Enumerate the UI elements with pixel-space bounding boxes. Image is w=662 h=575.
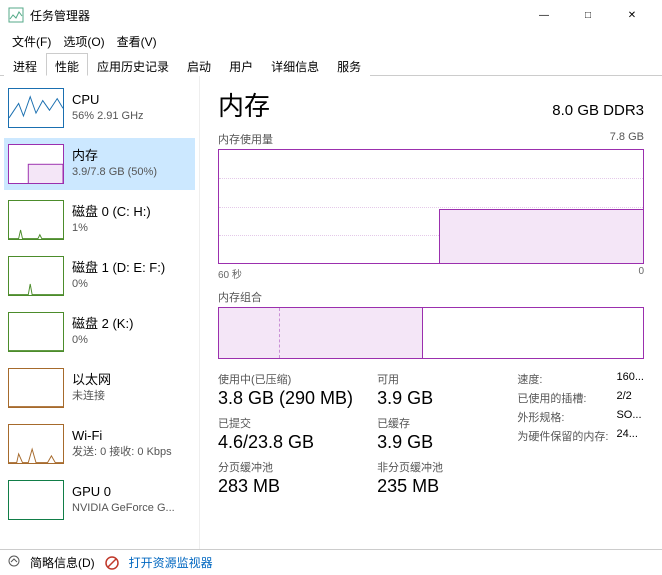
stat-value: 4.6/23.8 GB: [218, 432, 353, 453]
stat-value: 3.9 GB: [377, 388, 443, 409]
content: CPU56% 2.91 GHz 内存3.9/7.8 GB (50%) 磁盘 0 …: [0, 76, 662, 549]
tab-processes[interactable]: 进程: [4, 53, 46, 76]
menu-file[interactable]: 文件(F): [6, 31, 57, 52]
memory-usage-chart[interactable]: [218, 149, 644, 264]
info-label: 已使用的插槽:: [517, 390, 608, 406]
tab-startup[interactable]: 启动: [178, 53, 220, 76]
detail-capacity: 8.0 GB DDR3: [552, 102, 644, 119]
sidebar-item-sub: 发送: 0 接收: 0 Kbps: [72, 445, 172, 459]
stat-label: 分页缓冲池: [218, 459, 353, 475]
detail-pane: 内存 8.0 GB DDR3 内存使用量 7.8 GB 60 秒 0 内存组合 …: [200, 76, 662, 549]
sidebar-item-label: Wi-Fi: [72, 428, 172, 445]
stat-label: 已缓存: [377, 415, 443, 431]
stat-value: 283 MB: [218, 476, 353, 497]
memory-thumbnail: [8, 144, 64, 184]
sidebar-item-wifi[interactable]: Wi-Fi发送: 0 接收: 0 Kbps: [4, 418, 195, 470]
tab-apphistory[interactable]: 应用历史记录: [88, 53, 178, 76]
sidebar-item-sub: 3.9/7.8 GB (50%): [72, 165, 157, 179]
usage-max: 7.8 GB: [610, 131, 644, 147]
stat-value: 235 MB: [377, 476, 443, 497]
sidebar-item-cpu[interactable]: CPU56% 2.91 GHz: [4, 82, 195, 134]
app-icon: [8, 7, 24, 23]
axis-left: 60 秒: [218, 266, 242, 281]
sidebar-item-gpu0[interactable]: GPU 0NVIDIA GeForce G...: [4, 474, 195, 526]
axis-right: 0: [638, 266, 644, 281]
detail-title: 内存: [218, 86, 270, 123]
sidebar-item-disk2[interactable]: 磁盘 2 (K:)0%: [4, 306, 195, 358]
info-label: 速度:: [517, 371, 608, 387]
window-title: 任务管理器: [30, 7, 522, 24]
sidebar-item-sub: NVIDIA GeForce G...: [72, 501, 175, 515]
info-value: 160...: [616, 371, 644, 387]
titlebar: 任务管理器 — □ ✕: [0, 0, 662, 30]
info-label: 外形规格:: [517, 409, 608, 425]
stat-label: 非分页缓冲池: [377, 459, 443, 475]
sidebar-item-label: CPU: [72, 92, 144, 109]
menubar: 文件(F) 选项(O) 查看(V): [0, 30, 662, 52]
info-value: 2/2: [616, 390, 644, 406]
sidebar-item-sub: 1%: [72, 221, 151, 235]
disk-thumbnail: [8, 200, 64, 240]
menu-view[interactable]: 查看(V): [111, 31, 163, 52]
sidebar-item-sub: 0%: [72, 333, 133, 347]
composition-label: 内存组合: [218, 289, 262, 305]
tabstrip: 进程 性能 应用历史记录 启动 用户 详细信息 服务: [0, 52, 662, 76]
net-thumbnail: [8, 368, 64, 408]
resource-monitor-icon: [105, 556, 119, 570]
usage-label: 内存使用量: [218, 131, 273, 147]
stat-value: 3.9 GB: [377, 432, 443, 453]
stat-label: 使用中(已压缩): [218, 371, 353, 387]
sidebar-item-label: 磁盘 0 (C: H:): [72, 204, 151, 221]
info-value: SO...: [616, 409, 644, 425]
resource-monitor-link[interactable]: 打开资源监视器: [129, 554, 213, 571]
sidebar-item-sub: 未连接: [72, 389, 111, 403]
sidebar-item-label: 以太网: [72, 372, 111, 389]
memory-composition-chart[interactable]: [218, 307, 644, 359]
sidebar-item-disk1[interactable]: 磁盘 1 (D: E: F:)0%: [4, 250, 195, 302]
tab-performance[interactable]: 性能: [46, 53, 88, 76]
maximize-button[interactable]: □: [566, 0, 610, 30]
cpu-thumbnail: [8, 88, 64, 128]
menu-options[interactable]: 选项(O): [57, 31, 110, 52]
tab-services[interactable]: 服务: [328, 53, 370, 76]
stat-value: 3.8 GB (290 MB): [218, 388, 353, 409]
stat-label: 可用: [377, 371, 443, 387]
sidebar-item-label: 内存: [72, 148, 157, 165]
sidebar-item-disk0[interactable]: 磁盘 0 (C: H:)1%: [4, 194, 195, 246]
gpu-thumbnail: [8, 480, 64, 520]
net-thumbnail: [8, 424, 64, 464]
window-controls: — □ ✕: [522, 0, 654, 30]
tab-users[interactable]: 用户: [220, 53, 262, 76]
disk-thumbnail: [8, 312, 64, 352]
info-label: 为硬件保留的内存:: [517, 428, 608, 444]
fewer-details-link[interactable]: 简略信息(D): [30, 554, 95, 571]
disk-thumbnail: [8, 256, 64, 296]
minimize-button[interactable]: —: [522, 0, 566, 30]
sidebar-item-sub: 0%: [72, 277, 165, 291]
info-value: 24...: [616, 428, 644, 444]
stat-label: 已提交: [218, 415, 353, 431]
stats: 使用中(已压缩)3.8 GB (290 MB) 可用3.9 GB 已提交4.6/…: [218, 371, 644, 497]
sidebar-item-memory[interactable]: 内存3.9/7.8 GB (50%): [4, 138, 195, 190]
sidebar-item-sub: 56% 2.91 GHz: [72, 109, 144, 123]
sidebar-item-label: GPU 0: [72, 484, 175, 501]
chevron-up-icon[interactable]: [8, 555, 20, 570]
close-button[interactable]: ✕: [610, 0, 654, 30]
sidebar[interactable]: CPU56% 2.91 GHz 内存3.9/7.8 GB (50%) 磁盘 0 …: [0, 76, 200, 549]
sidebar-item-label: 磁盘 2 (K:): [72, 316, 133, 333]
tab-details[interactable]: 详细信息: [262, 53, 328, 76]
statusbar: 简略信息(D) 打开资源监视器: [0, 549, 662, 575]
sidebar-item-label: 磁盘 1 (D: E: F:): [72, 260, 165, 277]
sidebar-item-ethernet[interactable]: 以太网未连接: [4, 362, 195, 414]
